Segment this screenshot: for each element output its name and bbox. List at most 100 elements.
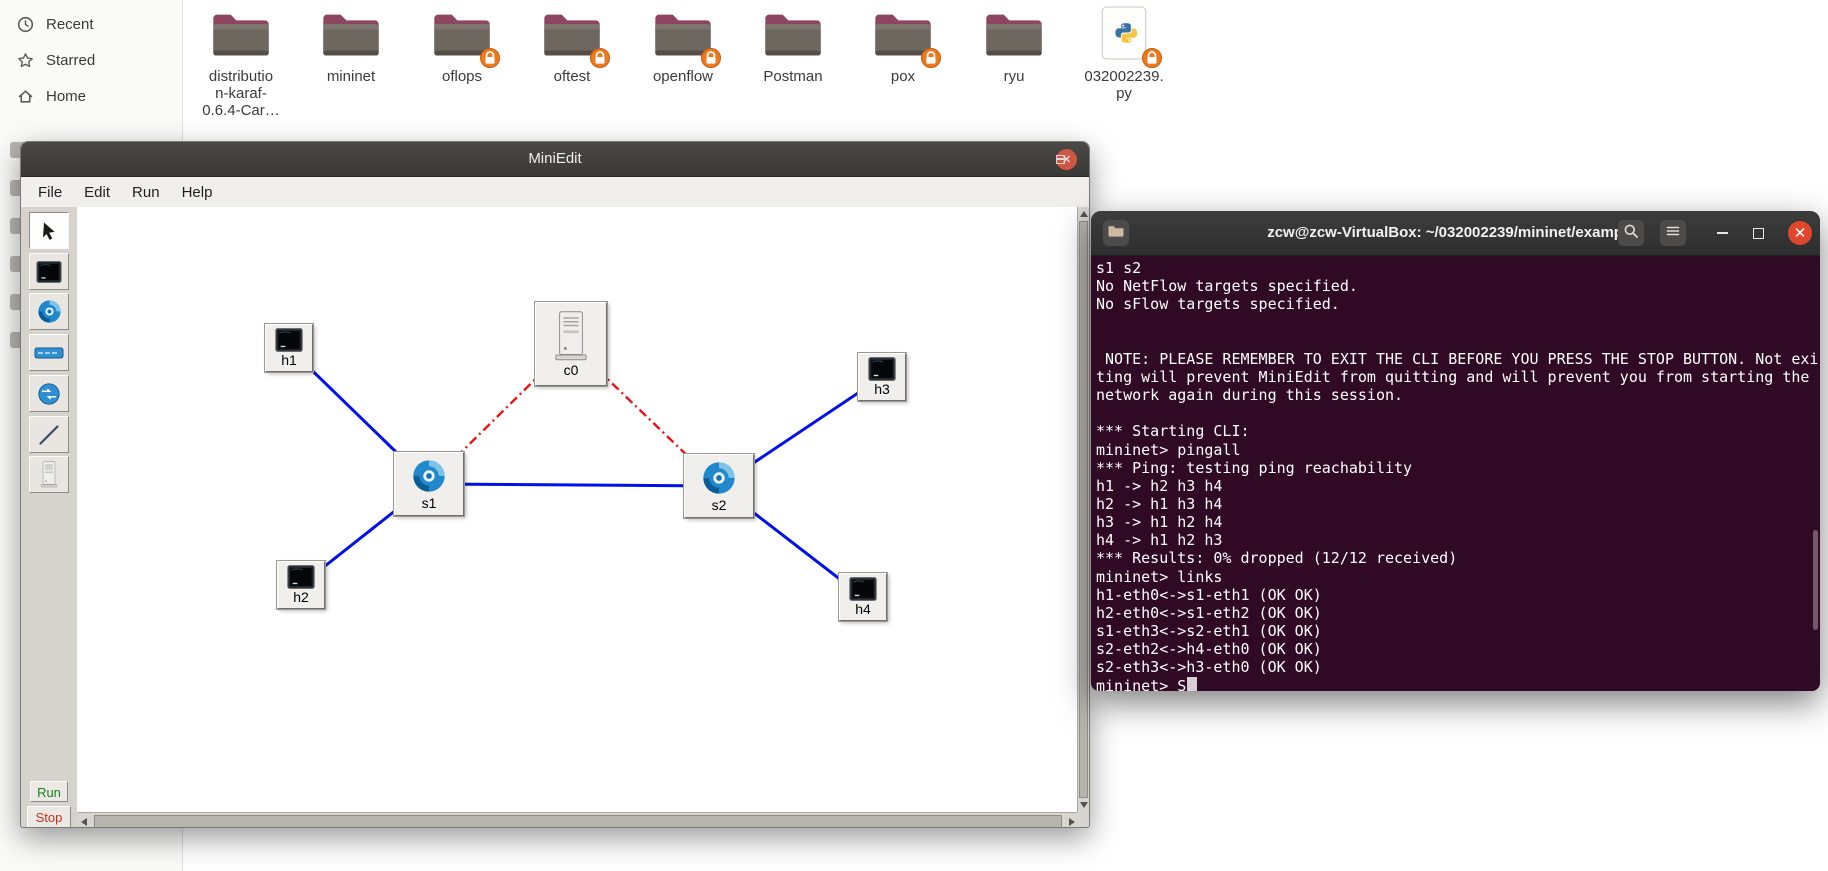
node-label: h1 [281,352,297,368]
lock-emblem-icon [1142,48,1162,68]
node-c0[interactable]: c0 [534,301,608,387]
folder-icon [983,9,1045,64]
hamburger-icon [1665,223,1681,244]
terminal-minimize-button[interactable] [1715,223,1729,243]
search-button[interactable] [1618,220,1644,246]
miniedit-titlebar[interactable]: MiniEdit × [21,142,1089,177]
terminal-tab-button[interactable] [1103,220,1129,246]
terminal-line: ting will prevent MiniEdit from quitting… [1096,367,1810,386]
node-h3[interactable]: h3 [857,352,907,402]
lock-emblem-icon [701,48,721,68]
terminal-line: s1-eth3<->s2-eth1 (OK OK) [1096,622,1322,641]
folder-icon [320,9,382,64]
tool-palette: Run Stop [21,207,78,827]
node-label: s2 [711,497,727,513]
node-h2[interactable]: h2 [276,560,326,610]
legacy-router-icon [37,382,61,406]
node-label: h4 [855,601,871,617]
file-grid: distributio n-karaf- 0.6.4-Car… mininet oflo… [0,0,1828,140]
terminal-body[interactable]: s1 s2 No NetFlow targets specified. No sFl… [1091,255,1820,691]
host-tool-button[interactable] [29,253,69,290]
controller-tool-button[interactable] [29,456,69,493]
terminal-scrollbar[interactable] [1813,530,1818,630]
folder-icon [210,9,272,64]
host-icon [275,328,303,352]
node-label: h2 [293,589,309,605]
scrollbar-corner [1077,812,1089,827]
miniedit-window: MiniEdit × File Edit Run Help Run Stop h… [20,141,1090,828]
file-name: Postman [763,68,823,85]
terminal-line: *** Results: 0% dropped (12/12 received) [1096,549,1458,568]
terminal-titlebar[interactable]: zcw@zcw-VirtualBox: ~/032002239/mininet/… [1091,211,1820,256]
file-name: pox [890,68,916,85]
node-h4[interactable]: h4 [838,572,888,622]
file-name: mininet [326,68,376,85]
file-item-openflow[interactable]: openflow [631,6,735,85]
terminal-cursor [1187,676,1197,691]
terminal-line: h4 -> h1 h2 h3 [1096,531,1223,550]
link-s1-s2[interactable] [428,482,720,488]
terminal-close-button[interactable]: ✕ [1788,221,1812,245]
folder-tab-icon [1107,223,1125,243]
horizontal-scrollbar[interactable] [77,812,1079,827]
menu-run[interactable]: Run [121,180,171,205]
node-label: c0 [563,362,579,378]
terminal-line: h1-eth0<->s1-eth1 (OK OK) [1096,585,1322,604]
terminal-line: h3 -> h1 h2 h4 [1096,513,1223,532]
terminal-line: mininet> links [1096,567,1223,586]
file-item-oftest[interactable]: oftest [520,6,624,85]
topology-links-svg [287,343,883,599]
legacy-router-tool-button[interactable] [29,375,69,412]
terminal-maximize-button[interactable] [1753,228,1764,239]
node-s1[interactable]: s1 [393,451,465,517]
file-item-032002239-py[interactable]: 032002239. py [1072,6,1176,102]
switch-icon [36,298,63,325]
file-item-mininet[interactable]: mininet [299,6,403,85]
vertical-scrollbar-thumb[interactable] [1079,221,1088,798]
legacy-switch-icon [34,343,64,363]
menu-edit[interactable]: Edit [73,180,121,205]
file-name: oflops [441,68,483,85]
host-icon [36,260,62,283]
file-item-postman[interactable]: Postman [741,6,845,85]
minimize-icon [1716,232,1728,234]
node-s2[interactable]: s2 [683,453,755,519]
node-h1[interactable]: h1 [264,323,314,373]
scroll-up-icon [1080,211,1088,217]
desktop: Recent Starred Home distributio n-karaf- 0.6… [0,0,1828,871]
terminal-line: s2-eth3<->h3-eth0 (OK OK) [1096,658,1322,677]
file-name: 032002239. py [1084,68,1164,102]
switch-icon [700,459,738,497]
terminal-line: s1 s2 [1096,259,1142,277]
menu-button[interactable] [1660,220,1686,246]
file-item-distribution-karaf-0-6-4-car[interactable]: distributio n-karaf- 0.6.4-Car… [189,6,293,119]
terminal-line: h1 -> h2 h3 h4 [1096,476,1223,495]
file-item-pox[interactable]: pox [851,6,955,85]
legacy-switch-tool-button[interactable] [29,334,69,371]
menu-file[interactable]: File [27,180,73,205]
host-icon [849,577,877,601]
topology-canvas[interactable]: h1 h2 h3 h4 s1 s2 c0 [77,207,1079,812]
run-button[interactable]: Run [30,781,68,802]
file-item-ryu[interactable]: ryu [962,6,1066,85]
maximize-button[interactable] [1056,154,1065,164]
terminal-line: No NetFlow targets specified. [1096,277,1358,296]
switch-tool-button[interactable] [29,293,69,330]
select-tool-button[interactable] [29,212,69,249]
controller-icon [39,461,59,488]
maximize-icon [1056,154,1065,164]
link-tool-button[interactable] [29,416,69,453]
file-item-oflops[interactable]: oflops [410,6,514,85]
stop-button[interactable]: Stop [27,806,71,827]
terminal-line: h2 -> h1 h3 h4 [1096,494,1223,513]
file-name: ryu [1003,68,1025,85]
link-icon [37,423,61,447]
miniedit-menubar: File Edit Run Help [21,177,1089,208]
terminal-line: h2-eth0<->s1-eth2 (OK OK) [1096,603,1322,622]
horizontal-scrollbar-thumb[interactable] [94,815,1062,827]
vertical-scrollbar[interactable] [1077,207,1089,812]
scroll-left-icon [81,818,87,826]
menu-help[interactable]: Help [171,180,224,205]
